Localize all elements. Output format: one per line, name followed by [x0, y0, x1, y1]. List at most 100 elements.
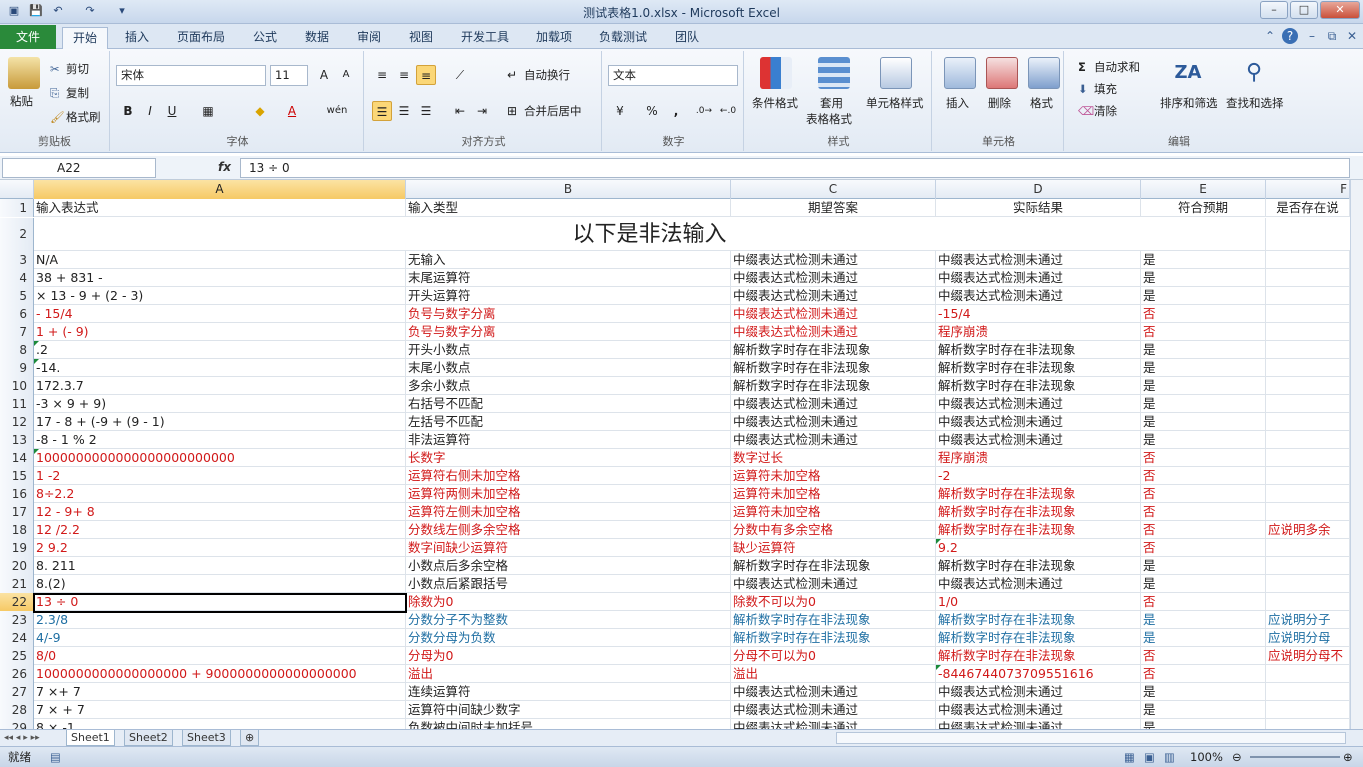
cell-expr[interactable]: 8.(2)	[34, 575, 406, 593]
error-indicator-icon[interactable]	[34, 449, 39, 454]
cell-note[interactable]	[1266, 665, 1350, 683]
cell-type[interactable]: 分数分母为负数	[406, 629, 731, 647]
cell-expr[interactable]: 1 -2	[34, 467, 406, 485]
wrap-text-button[interactable]: 自动换行	[524, 67, 570, 83]
cell-expected[interactable]: 中缀表达式检测未通过	[731, 323, 936, 341]
tab-team[interactable]: 团队	[664, 27, 710, 49]
cell-meets[interactable]: 否	[1141, 485, 1266, 503]
delete-cells-button[interactable]: 删除	[988, 95, 1011, 111]
error-indicator-icon[interactable]	[34, 341, 39, 346]
cell-note[interactable]	[1266, 575, 1350, 593]
tab-view[interactable]: 视图	[398, 27, 444, 49]
error-indicator-icon[interactable]	[936, 665, 941, 670]
worksheet-grid[interactable]: A B C D E F 1 输入表达式 输入类型 期望答案 实际结果 符合预期 …	[0, 180, 1350, 729]
name-box[interactable]: A22	[2, 158, 156, 178]
cell-expected[interactable]: 除数不可以为0	[731, 593, 936, 611]
cell-actual[interactable]: 中缀表达式检测未通过	[936, 701, 1141, 719]
cell-actual[interactable]: -2	[936, 467, 1141, 485]
cell-expr[interactable]: 12 /2.2	[34, 521, 406, 539]
cell-type[interactable]: 分数分子不为整数	[406, 611, 731, 629]
tab-data[interactable]: 数据	[294, 27, 340, 49]
row-header[interactable]: 25	[0, 647, 34, 665]
cell-type[interactable]: 负号与数字分离	[406, 323, 731, 341]
cell-expected[interactable]: 中缀表达式检测未通过	[731, 287, 936, 305]
currency-icon[interactable]: ¥	[610, 101, 630, 121]
cell-type[interactable]: 末尾小数点	[406, 359, 731, 377]
cell-expected[interactable]: 溢出	[731, 665, 936, 683]
cell-expr[interactable]: 7 × + 7	[34, 701, 406, 719]
cell-expected[interactable]: 运算符未加空格	[731, 467, 936, 485]
error-indicator-icon[interactable]	[936, 539, 941, 544]
cell-type[interactable]: 开头小数点	[406, 341, 731, 359]
column-header-e[interactable]: E	[1141, 180, 1266, 199]
cell-meets[interactable]: 是	[1141, 251, 1266, 269]
zoom-in-icon[interactable]: ⊕	[1343, 749, 1353, 765]
cell-note[interactable]	[1266, 503, 1350, 521]
cell-meets[interactable]: 是	[1141, 431, 1266, 449]
cell-meets[interactable]: 是	[1141, 683, 1266, 701]
cell-expected[interactable]: 解析数字时存在非法现象	[731, 629, 936, 647]
format-as-table-line1[interactable]: 套用	[820, 95, 843, 111]
clear-button[interactable]: 清除	[1094, 103, 1117, 119]
format-as-table-icon[interactable]	[818, 57, 850, 89]
tab-formulas[interactable]: 公式	[242, 27, 288, 49]
align-center-icon[interactable]: ☰	[394, 101, 414, 121]
cell-note[interactable]	[1266, 557, 1350, 575]
cell-expr[interactable]: 38 + 831 -	[34, 269, 406, 287]
cell-expected[interactable]: 中缀表达式检测未通过	[731, 269, 936, 287]
cell-type[interactable]: 小数点后紧跟括号	[406, 575, 731, 593]
cell-expr[interactable]: 8÷2.2	[34, 485, 406, 503]
cell-expr[interactable]: - 15/4	[34, 305, 406, 323]
cell-actual[interactable]: 中缀表达式检测未通过	[936, 575, 1141, 593]
cell-expr[interactable]: 17 - 8 + (-9 + (9 - 1)	[34, 413, 406, 431]
cell-note[interactable]	[1266, 251, 1350, 269]
cell-expected[interactable]: 解析数字时存在非法现象	[731, 611, 936, 629]
cell-note[interactable]	[1266, 467, 1350, 485]
cell-actual[interactable]: 解析数字时存在非法现象	[936, 647, 1141, 665]
cell-note[interactable]	[1266, 269, 1350, 287]
decrease-decimal-icon[interactable]: ←.0	[718, 101, 738, 121]
font-color-icon[interactable]: A	[282, 101, 302, 121]
cell-type[interactable]: 左括号不匹配	[406, 413, 731, 431]
workbook-close-icon[interactable]: ✕	[1344, 28, 1360, 44]
row-header[interactable]: 9	[0, 359, 34, 377]
cell-type[interactable]: 分母为0	[406, 647, 731, 665]
row-header[interactable]: 12	[0, 413, 34, 431]
merge-center-button[interactable]: 合并后居中	[524, 103, 582, 119]
align-bottom-icon[interactable]: ≡	[416, 65, 436, 85]
cell-actual[interactable]: 中缀表达式检测未通过	[936, 431, 1141, 449]
cell-type[interactable]: 运算符两侧未加空格	[406, 485, 731, 503]
cell-note[interactable]: 应说明分母不	[1266, 647, 1350, 665]
row-header[interactable]: 13	[0, 431, 34, 449]
cell-meets[interactable]: 否	[1141, 539, 1266, 557]
cell-expr[interactable]: 13 ÷ 0	[34, 593, 406, 611]
cell-type[interactable]: 开头运算符	[406, 287, 731, 305]
row-header[interactable]: 24	[0, 629, 34, 647]
cell-expr[interactable]: -8 - 1 % 2	[34, 431, 406, 449]
cell-type[interactable]: 连续运算符	[406, 683, 731, 701]
page-break-view-icon[interactable]: ▥	[1164, 749, 1175, 765]
row-header[interactable]: 29	[0, 719, 34, 729]
format-as-table-line2[interactable]: 表格格式	[806, 111, 852, 127]
cell-note[interactable]	[1266, 359, 1350, 377]
tab-file[interactable]: 文件	[0, 25, 56, 49]
row-header[interactable]: 18	[0, 521, 34, 539]
vertical-scrollbar[interactable]	[1350, 180, 1363, 729]
row-header[interactable]: 23	[0, 611, 34, 629]
zoom-slider[interactable]	[1250, 756, 1340, 758]
italic-button[interactable]: I	[140, 101, 160, 121]
cell-expr[interactable]: 1 + (- 9)	[34, 323, 406, 341]
cell-expected[interactable]: 数字过长	[731, 449, 936, 467]
phonetic-button[interactable]: wén	[322, 101, 352, 121]
tab-review[interactable]: 审阅	[346, 27, 392, 49]
formula-input[interactable]: 13 ÷ 0	[240, 158, 1350, 178]
cell-expr[interactable]: 4/-9	[34, 629, 406, 647]
copy-button[interactable]: 复制	[66, 85, 89, 101]
align-left-icon[interactable]: ☰	[372, 101, 392, 121]
decrease-indent-icon[interactable]: ⇤	[450, 101, 470, 121]
cell-meets[interactable]: 是	[1141, 575, 1266, 593]
fill-button[interactable]: 填充	[1094, 81, 1117, 97]
increase-decimal-icon[interactable]: .0→	[694, 101, 714, 121]
cell-expected[interactable]: 解析数字时存在非法现象	[731, 377, 936, 395]
autosum-button[interactable]: 自动求和	[1094, 59, 1140, 75]
